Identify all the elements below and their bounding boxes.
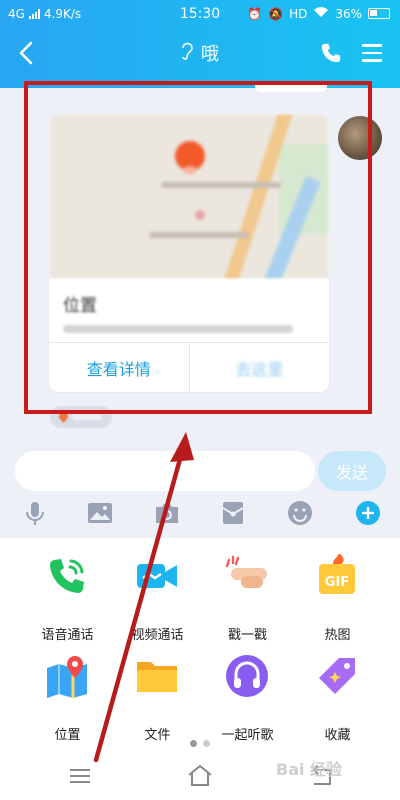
input-bar: 发送 [0, 433, 400, 491]
message-input[interactable] [15, 451, 315, 491]
phone-icon [321, 43, 341, 63]
image-icon[interactable] [87, 500, 113, 526]
battery-percent: 36% [335, 6, 362, 21]
app-label: 视频通话 [131, 628, 184, 643]
send-button[interactable]: 发送 [318, 451, 386, 491]
plus-icon[interactable] [355, 500, 381, 526]
video-call-icon [137, 564, 177, 588]
alarm-icon: ⏰ [247, 6, 263, 21]
page-dot [203, 740, 210, 747]
gif-icon: GIF [319, 554, 355, 594]
app-hot-gif[interactable]: GIF 热图 [290, 554, 380, 643]
wifi-icon [313, 6, 329, 21]
map-location-icon [47, 656, 87, 698]
watermark: Bai 经验 [276, 760, 343, 779]
emoji-icon[interactable] [287, 500, 313, 526]
contact-name: 哦 [201, 44, 219, 65]
phone-call-icon [49, 559, 84, 594]
menu-icon-line [362, 51, 382, 54]
microphone-icon[interactable] [22, 500, 48, 526]
app-file[interactable]: 文件 [110, 654, 200, 743]
menu-icon-line [362, 59, 382, 62]
annotation-highlight-box [24, 81, 372, 414]
folder-icon [137, 662, 177, 692]
mute-icon: 🔕 [268, 6, 284, 21]
nav-bar: 哦 [0, 30, 400, 78]
extension-panel: 语音通话 视频通话 戳一戳 GIF 热图 位置 文件 一起听歌 收藏 [0, 538, 400, 750]
poke-hand-icon [225, 555, 267, 588]
home-icon[interactable] [186, 762, 214, 790]
menu-button[interactable] [362, 44, 382, 62]
chat-header: 4G 4.9K/s 15:30 ⏰ 🔕 HD 36% 哦 [0, 0, 400, 88]
app-listen-together[interactable]: 一起听歌 [200, 654, 290, 743]
app-label: 语音通话 [41, 628, 94, 643]
headphones-icon [226, 655, 268, 697]
phone-call-button[interactable] [320, 42, 342, 64]
status-right: ⏰ 🔕 HD 36% [247, 6, 390, 21]
app-video-call[interactable]: 视频通话 [110, 554, 200, 643]
app-location[interactable]: 位置 [20, 654, 110, 743]
menu-icon[interactable] [66, 762, 94, 790]
app-poke[interactable]: 戳一戳 [200, 554, 290, 643]
app-label: 戳一戳 [227, 628, 267, 643]
app-voice-call[interactable]: 语音通话 [20, 554, 110, 643]
input-toolbar [0, 496, 400, 536]
battery-icon [368, 8, 390, 19]
camera-icon[interactable] [154, 500, 180, 526]
hd-badge: HD [289, 6, 308, 21]
app-label: 热图 [324, 628, 351, 643]
ear-icon [181, 42, 193, 64]
red-packet-icon[interactable] [220, 500, 246, 526]
page-indicator [0, 732, 400, 751]
menu-icon-line [362, 44, 382, 47]
app-favorites[interactable]: 收藏 [290, 654, 380, 743]
favorites-tag-icon [319, 658, 355, 694]
page-dot-active [190, 740, 197, 747]
status-bar: 4G 4.9K/s 15:30 ⏰ 🔕 HD 36% [0, 0, 400, 28]
svg-text:GIF: GIF [325, 575, 349, 590]
